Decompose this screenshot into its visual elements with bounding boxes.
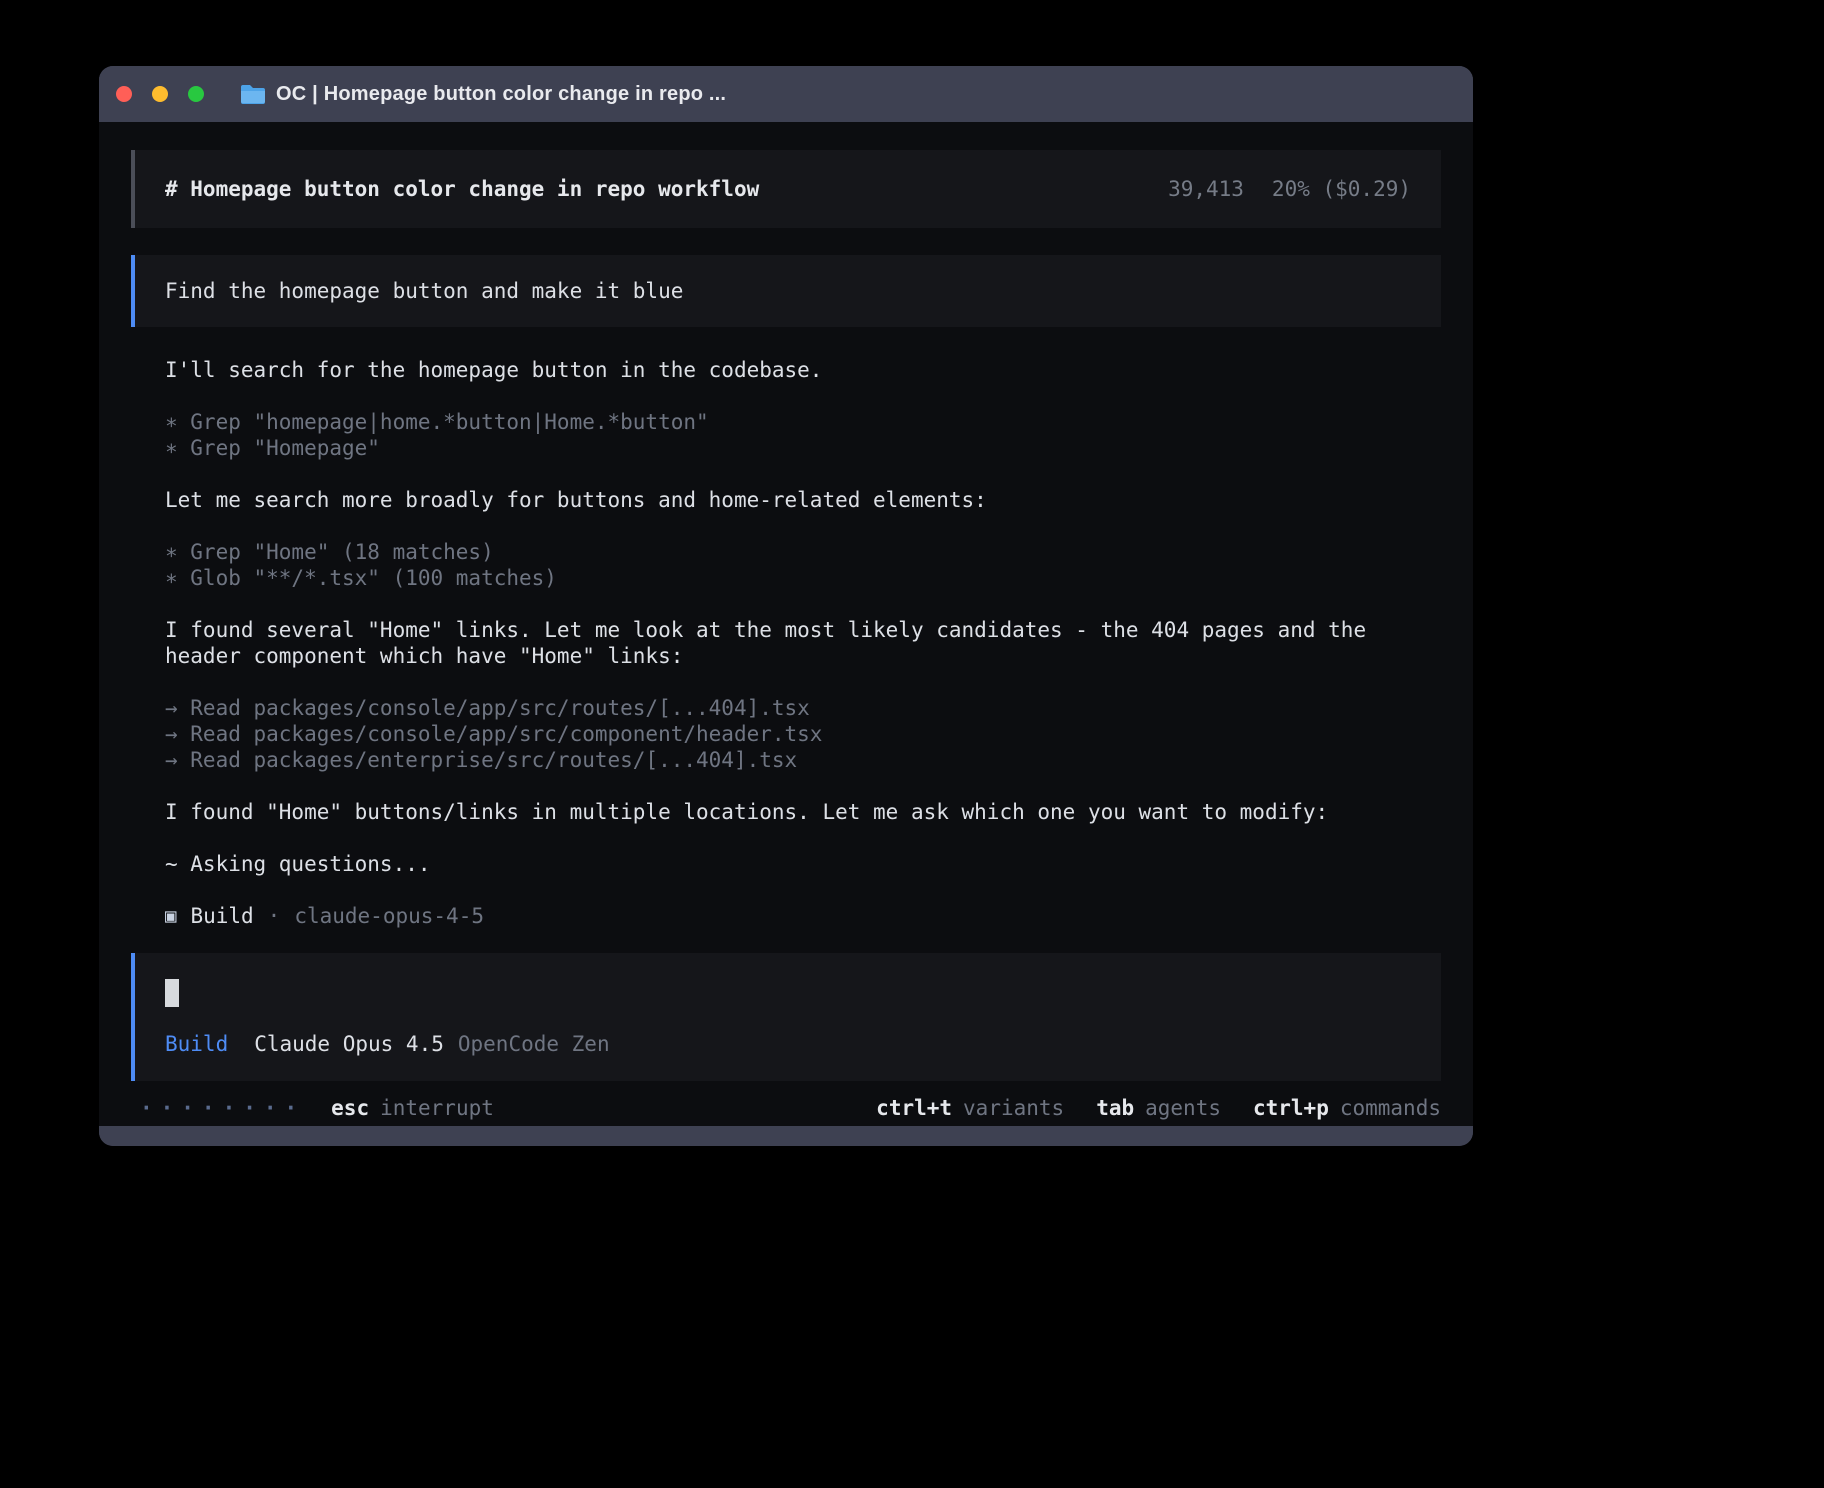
spinner-dots: ········: [140, 1095, 305, 1121]
hint-commands: ctrl+p commands: [1253, 1095, 1441, 1121]
ctrl-t-key: ctrl+t: [876, 1095, 952, 1121]
tool-call-read: → Read packages/enterprise/src/routes/[.…: [165, 747, 1441, 773]
user-message: Find the homepage button and make it blu…: [131, 255, 1441, 327]
agent-icon: ▣: [165, 903, 176, 929]
status-bar-left: ········ esc interrupt: [140, 1095, 494, 1121]
mode-label: Build: [165, 1031, 228, 1057]
assistant-text: I found several "Home" links. Let me loo…: [165, 617, 1441, 669]
model-name: claude-opus-4-5: [294, 903, 484, 929]
traffic-lights: [116, 86, 204, 102]
context-usage: 20% ($0.29): [1272, 176, 1411, 202]
close-button[interactable]: [116, 86, 132, 102]
assistant-text: I'll search for the homepage button in t…: [165, 357, 1441, 383]
tool-call-read: → Read packages/console/app/src/routes/[…: [165, 695, 1441, 721]
input-status-line: Build Claude Opus 4.5 OpenCode Zen: [165, 1031, 1411, 1057]
window-title-group: OC | Homepage button color change in rep…: [240, 83, 726, 106]
status-asking: ~ Asking questions...: [165, 851, 1441, 877]
agents-label: agents: [1145, 1095, 1221, 1121]
tool-call-group: ∗ Grep "Home" (18 matches) ∗ Glob "**/*.…: [165, 539, 1441, 591]
token-count: 39,413: [1168, 176, 1244, 202]
hint-variants: ctrl+t variants: [876, 1095, 1064, 1121]
tool-call-grep: ∗ Grep "homepage|home.*button|Home.*butt…: [165, 409, 1441, 435]
agent-name: Build: [190, 903, 253, 929]
esc-key: esc: [331, 1095, 369, 1121]
zoom-button[interactable]: [188, 86, 204, 102]
assistant-transcript: I'll search for the homepage button in t…: [165, 327, 1441, 929]
ctrl-p-key: ctrl+p: [1253, 1095, 1329, 1121]
tool-call-read: → Read packages/console/app/src/componen…: [165, 721, 1441, 747]
session-meta: 39,413 20% ($0.29): [1168, 176, 1411, 202]
tool-call-glob: ∗ Glob "**/*.tsx" (100 matches): [165, 565, 1441, 591]
tool-call-group: ∗ Grep "homepage|home.*button|Home.*butt…: [165, 409, 1441, 461]
assistant-text: Let me search more broadly for buttons a…: [165, 487, 1441, 513]
agent-status-line: ▣ Build · claude-opus-4-5: [165, 903, 1441, 929]
session-header: # Homepage button color change in repo w…: [131, 150, 1441, 228]
terminal-content: # Homepage button color change in repo w…: [99, 122, 1473, 1126]
window-title: OC | Homepage button color change in rep…: [276, 83, 726, 106]
prompt-input[interactable]: Build Claude Opus 4.5 OpenCode Zen: [131, 953, 1441, 1081]
dot-separator: ·: [268, 903, 281, 929]
window-bottom-edge: [99, 1126, 1473, 1146]
status-bar: ········ esc interrupt ctrl+t variants t…: [131, 1095, 1441, 1121]
user-message-text: Find the homepage button and make it blu…: [165, 278, 683, 304]
commands-label: commands: [1340, 1095, 1441, 1121]
tool-call-grep: ∗ Grep "Homepage": [165, 435, 1441, 461]
window-titlebar[interactable]: OC | Homepage button color change in rep…: [99, 66, 1473, 122]
folder-icon: [240, 83, 266, 105]
esc-label: interrupt: [380, 1095, 494, 1121]
session-title: # Homepage button color change in repo w…: [165, 176, 759, 202]
text-cursor: [165, 979, 179, 1007]
variants-label: variants: [963, 1095, 1064, 1121]
provider-label: OpenCode Zen: [458, 1031, 610, 1057]
terminal-window: OC | Homepage button color change in rep…: [99, 66, 1473, 1146]
hint-agents: tab agents: [1096, 1095, 1221, 1121]
status-bar-right: ctrl+t variants tab agents ctrl+p comman…: [876, 1095, 1441, 1121]
assistant-text: I found "Home" buttons/links in multiple…: [165, 799, 1441, 825]
model-label: Claude Opus 4.5: [254, 1031, 444, 1057]
tab-key: tab: [1096, 1095, 1134, 1121]
tool-call-group: → Read packages/console/app/src/routes/[…: [165, 695, 1441, 773]
tool-call-grep: ∗ Grep "Home" (18 matches): [165, 539, 1441, 565]
minimize-button[interactable]: [152, 86, 168, 102]
